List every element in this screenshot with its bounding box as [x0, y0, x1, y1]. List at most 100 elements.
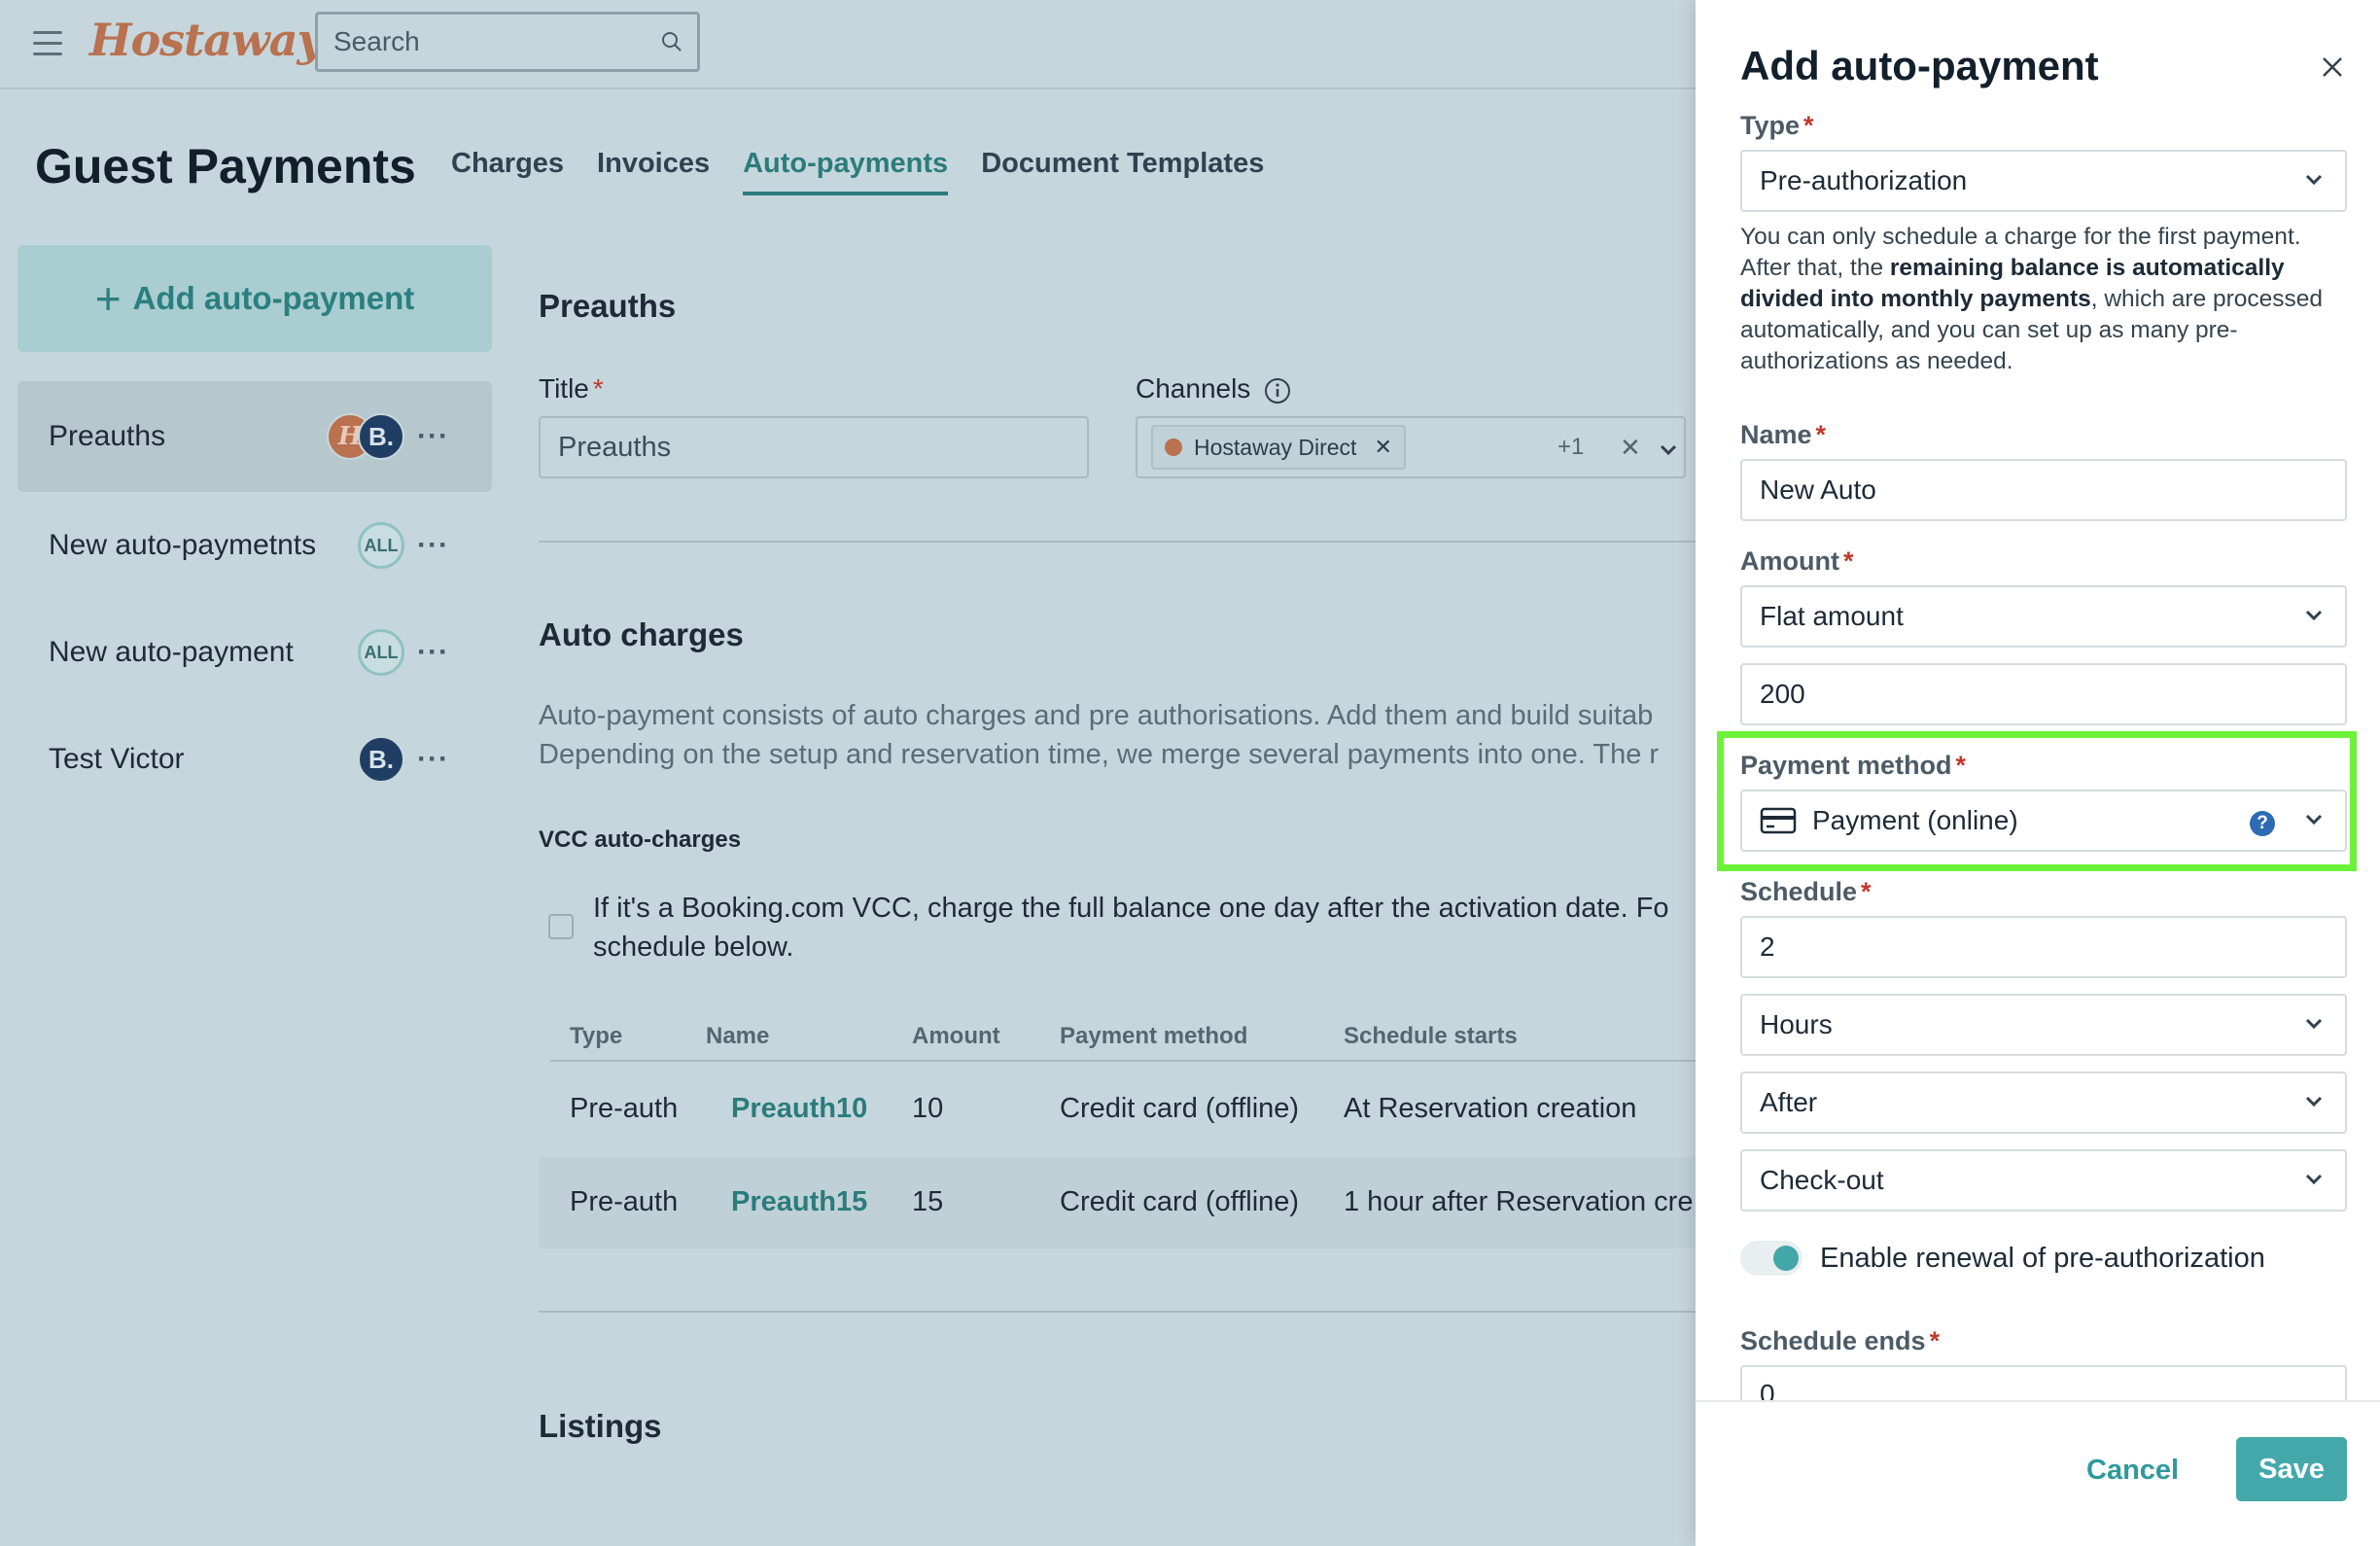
payment-method-highlight: [1717, 731, 2357, 871]
chevron-down-icon: [2305, 174, 2323, 186]
all-channels-badge: ALL: [358, 522, 404, 569]
row-amount: 15: [912, 1186, 944, 1217]
save-button[interactable]: Save: [2236, 1437, 2347, 1501]
column-header-type: Type: [570, 1023, 623, 1049]
list-item-label: Test Victor: [49, 743, 185, 775]
channel-badges: ALL: [358, 522, 404, 569]
more-icon[interactable]: ···: [417, 743, 449, 776]
tab-invoices[interactable]: Invoices: [597, 148, 710, 195]
more-icon[interactable]: ···: [417, 636, 449, 669]
logo[interactable]: Hostaway: [89, 14, 323, 66]
chevron-down-icon[interactable]: [1659, 443, 1678, 457]
schedule-unit-select[interactable]: Hours: [1740, 994, 2347, 1056]
row-type: Pre-auth: [570, 1186, 679, 1217]
schedule-ends-label: Schedule ends *: [1740, 1326, 1941, 1355]
chevron-down-icon: [2305, 1096, 2323, 1107]
row-amount: 10: [912, 1093, 944, 1124]
tab-auto-payments[interactable]: Auto-payments: [743, 148, 949, 195]
list-item[interactable]: New auto-payment ALL ···: [18, 599, 492, 706]
more-icon[interactable]: ···: [417, 420, 449, 453]
panel-footer: Cancel Save: [1696, 1400, 2380, 1546]
preauths-heading: Preauths: [539, 288, 677, 324]
amount-type-select[interactable]: Flat amount: [1740, 585, 2347, 648]
remove-chip-icon[interactable]: ✕: [1374, 435, 1391, 460]
amount-input[interactable]: 200: [1740, 663, 2347, 725]
vcc-checkbox[interactable]: [548, 914, 574, 939]
schedule-ends-input[interactable]: 0: [1740, 1365, 2347, 1400]
listings-heading: Listings: [539, 1408, 662, 1444]
vcc-text: If it's a Booking.com VCC, charge the fu…: [593, 893, 1669, 924]
chevron-down-icon: [2305, 1018, 2323, 1030]
more-channels-count: +1: [1558, 434, 1585, 460]
renewal-toggle[interactable]: [1740, 1241, 1802, 1276]
all-channels-badge: ALL: [358, 629, 404, 676]
channels-label: Channels: [1136, 373, 1291, 404]
name-input[interactable]: New Auto: [1740, 459, 2347, 521]
column-header-schedule-starts: Schedule starts: [1344, 1023, 1518, 1049]
auto-payment-list: + Add auto-payment Preauths H B. ··· New…: [18, 245, 492, 813]
table-row[interactable]: Pre-auth Preauth15 15 Credit card (offli…: [539, 1157, 1696, 1248]
row-schedule-starts: 1 hour after Reservation cre: [1344, 1186, 1694, 1217]
title-input[interactable]: Preauths: [539, 416, 1089, 478]
type-select[interactable]: Pre-authorization: [1740, 150, 2347, 212]
clear-icon[interactable]: ✕: [1620, 433, 1641, 463]
list-item-label: New auto-payment: [49, 636, 294, 668]
row-name-link[interactable]: Preauth10: [731, 1093, 867, 1125]
top-bar: Hostaway: [0, 0, 1696, 89]
auto-charges-description-2: Depending on the setup and reservation t…: [539, 739, 1660, 770]
search-box[interactable]: [315, 12, 700, 72]
row-payment-method: Credit card (offline): [1060, 1093, 1300, 1124]
booking-avatar: B.: [358, 736, 404, 783]
chevron-down-icon: [2305, 610, 2323, 621]
auto-charges-heading: Auto charges: [539, 616, 744, 652]
table-header-divider: [550, 1060, 1696, 1062]
column-header-name: Name: [706, 1023, 770, 1049]
cancel-button[interactable]: Cancel: [2086, 1455, 2179, 1487]
type-help-text: You can only schedule a charge for the f…: [1740, 224, 2324, 374]
info-icon[interactable]: [1264, 377, 1291, 404]
tab-bar: Charges Invoices Auto-payments Document …: [451, 148, 1297, 195]
schedule-relation-select[interactable]: After: [1740, 1072, 2347, 1134]
list-item[interactable]: Preauths H B. ···: [18, 381, 492, 492]
type-label: Type *: [1740, 111, 1814, 140]
divider: [539, 1311, 1696, 1313]
schedule-event-select[interactable]: Check-out: [1740, 1149, 2347, 1212]
channels-select[interactable]: Hostaway Direct ✕ +1 ✕: [1136, 416, 1686, 478]
vcc-heading: VCC auto-charges: [539, 826, 742, 853]
tab-document-templates[interactable]: Document Templates: [981, 148, 1264, 195]
renewal-label: Enable renewal of pre-authorization: [1820, 1243, 2265, 1274]
add-auto-payment-button[interactable]: + Add auto-payment: [18, 245, 492, 352]
schedule-input[interactable]: 2: [1740, 916, 2347, 978]
auto-charges-description: Auto-payment consists of auto charges an…: [539, 700, 1654, 731]
toggle-knob: [1773, 1246, 1799, 1271]
panel-title: Add auto-payment: [1740, 43, 2099, 88]
row-schedule-starts: At Reservation creation: [1344, 1093, 1637, 1124]
more-icon[interactable]: ···: [417, 529, 449, 562]
add-auto-payment-label: Add auto-payment: [132, 280, 415, 316]
plus-icon: +: [94, 273, 122, 324]
guest-payments-page: Hostaway Guest Payments Charges Invoices…: [0, 0, 1696, 1546]
search-icon[interactable]: [660, 30, 683, 53]
row-name-link[interactable]: Preauth15: [731, 1186, 867, 1218]
list-item-label: Preauths: [49, 420, 166, 452]
booking-avatar: B.: [358, 413, 404, 460]
channel-badges: B.: [358, 736, 404, 783]
row-type: Pre-auth: [570, 1093, 679, 1124]
tab-charges[interactable]: Charges: [451, 148, 564, 195]
row-payment-method: Credit card (offline): [1060, 1186, 1300, 1217]
title-label: Title *: [539, 373, 604, 404]
panel-form: Add auto-payment Type * Pre-authorization…: [1696, 0, 2380, 1400]
column-header-payment-method: Payment method: [1060, 1023, 1248, 1049]
list-item[interactable]: New auto-paymetnts ALL ···: [18, 492, 492, 599]
schedule-label: Schedule *: [1740, 877, 1872, 906]
search-input[interactable]: [333, 15, 645, 69]
divider: [539, 541, 1696, 543]
channel-chip: Hostaway Direct ✕: [1151, 425, 1406, 470]
name-label: Name *: [1740, 420, 1827, 449]
close-icon[interactable]: [2318, 53, 2347, 82]
chevron-down-icon: [2305, 1174, 2323, 1185]
channel-badges: ALL: [358, 629, 404, 676]
menu-icon[interactable]: [33, 31, 62, 56]
list-item[interactable]: Test Victor B. ···: [18, 706, 492, 813]
page-title: Guest Payments: [35, 139, 416, 193]
